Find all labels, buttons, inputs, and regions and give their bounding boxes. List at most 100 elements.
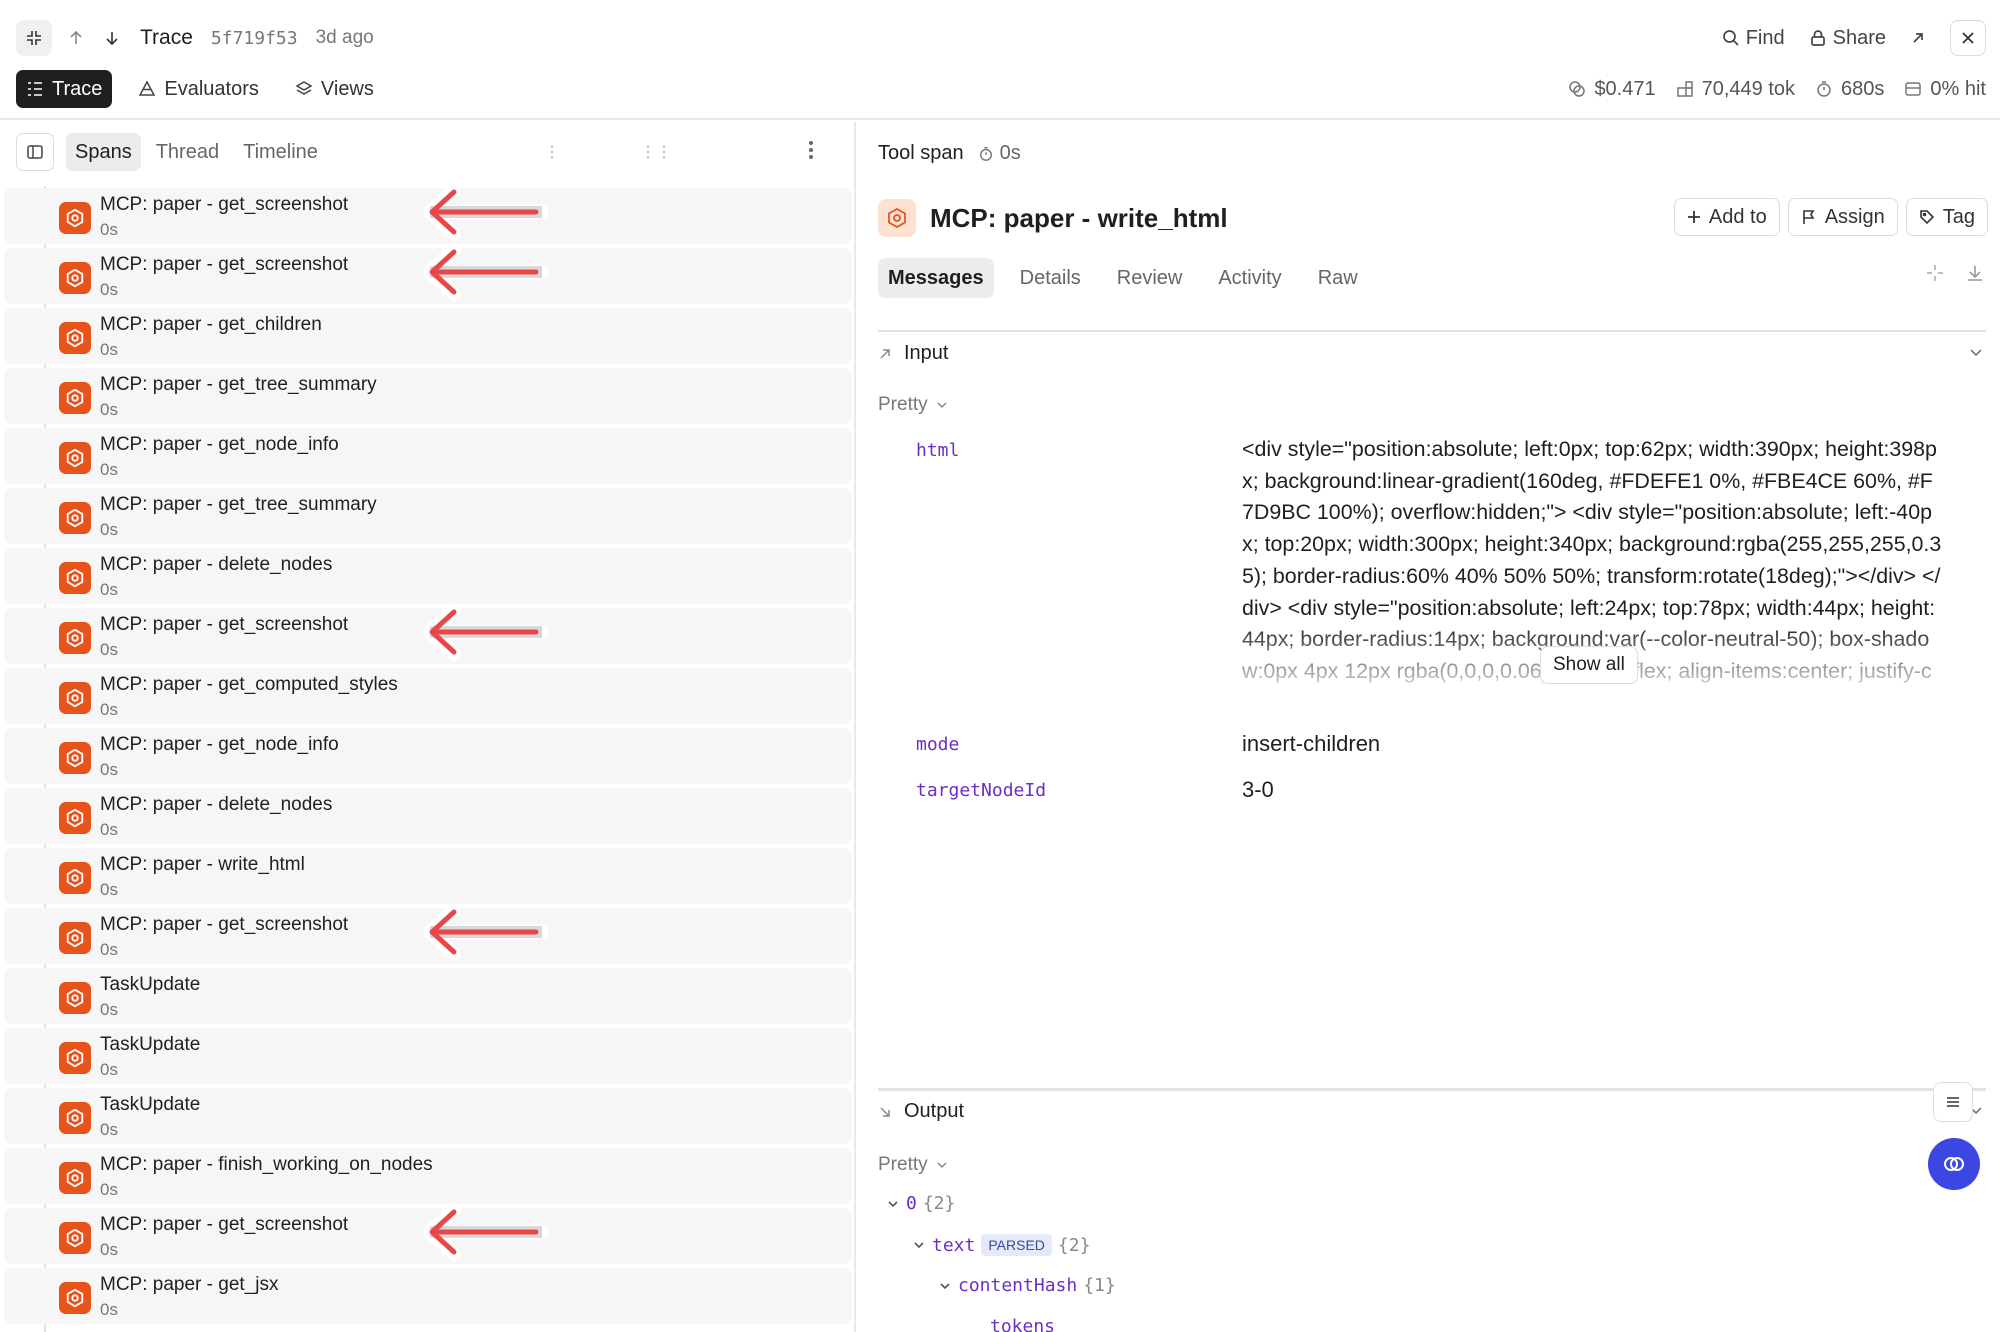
assistant-button[interactable] [1928,1138,1980,1190]
tab-thread[interactable]: Thread [147,133,228,171]
span-row[interactable]: MCP: paper - delete_nodes 0s [4,546,852,606]
tree-node-partial: tokens [990,1316,1055,1332]
span-duration: 0s [100,820,118,839]
output-view-label: Pretty [878,1154,928,1175]
span-row[interactable]: MCP: paper - get_tree_summary 0s [4,486,852,546]
arrow-down-right-icon [880,1106,890,1117]
span-name: MCP: paper - delete_nodes [100,794,333,815]
trace-time-ago: 3d ago [315,27,374,48]
column-handle-icon[interactable]: ⋮⋮ [640,142,672,162]
menu-button[interactable] [1933,1082,1973,1122]
span-duration: 0s [100,940,118,959]
highlight-arrow-icon [424,1202,548,1262]
tool-icon [59,262,91,294]
tool-icon [59,622,91,654]
tab-views[interactable]: Views [285,70,384,108]
span-row[interactable]: TaskUpdate 0s [4,1086,852,1146]
arrow-down-icon[interactable] [94,20,130,56]
span-name: MCP: paper - finish_working_on_nodes [100,1154,433,1175]
span-duration: 0s [100,460,118,479]
list-tree-icon [28,82,42,96]
span-duration: 0s [100,760,118,779]
tree-node-root[interactable]: 0 {2} [886,1193,955,1214]
tool-icon [59,862,91,894]
span-row[interactable]: MCP: paper - get_screenshot 0s [4,183,852,246]
tool-icon [59,922,91,954]
tool-icon [59,1162,91,1194]
span-name: MCP: paper - get_screenshot [100,1214,349,1235]
layers-icon [295,81,313,95]
output-section: Output Pretty 0 {2} text PARSED {2} cont… [858,0,2000,1332]
span-name: MCP: paper - get_tree_summary [100,374,377,395]
span-row[interactable]: MCP: paper - finish_working_on_nodes 0s [4,1146,852,1206]
tree-count: {1} [1083,1275,1116,1296]
span-row[interactable]: MCP: paper - delete_nodes 0s [4,786,852,846]
span-row[interactable]: TaskUpdate 0s [4,966,852,1026]
tool-icon [59,1102,91,1134]
span-row[interactable]: MCP: paper - get_screenshot 0s [4,1203,852,1266]
arrow-up-icon[interactable] [58,20,94,56]
tool-icon [59,982,91,1014]
span-list: MCP: paper - get_screenshot 0s MCP: paper … [4,183,852,1326]
column-handle-icon[interactable]: ⋮ [544,142,560,162]
chevron-down-icon [914,1242,924,1249]
span-row[interactable]: MCP: paper - write_html 0s [4,846,852,906]
more-options-icon[interactable] [808,140,814,160]
tree-node-text[interactable]: text PARSED {2} [912,1234,1090,1256]
span-name: MCP: paper - get_node_info [100,734,339,755]
span-row[interactable]: MCP: paper - get_node_info 0s [4,426,852,486]
menu-icon [1947,1097,1959,1107]
tab-trace-label: Trace [52,77,103,100]
span-name: MCP: paper - get_node_info [100,434,339,455]
triangle-shapes-icon [139,80,156,96]
span-row[interactable]: MCP: paper - get_screenshot 0s [4,243,852,306]
tree-node-content-hash[interactable]: contentHash {1} [938,1275,1116,1296]
highlight-arrow-icon [424,602,548,662]
span-name: MCP: paper - get_computed_styles [100,674,398,695]
tree-key: 0 [906,1193,917,1214]
trace-title: Trace [140,26,193,49]
span-row[interactable]: MCP: paper - get_jsx 0s [4,1266,852,1326]
span-duration: 0s [100,340,118,359]
highlight-arrow-icon [424,182,548,242]
span-name: MCP: paper - get_screenshot [100,254,349,275]
span-duration: 0s [100,880,118,899]
tab-timeline[interactable]: Timeline [234,133,327,171]
span-duration: 0s [100,1300,118,1319]
span-row[interactable]: MCP: paper - get_computed_styles 0s [4,666,852,726]
span-name: MCP: paper - get_screenshot [100,614,349,635]
collapse-icon[interactable] [16,20,52,56]
output-divider [878,1088,1986,1090]
span-row[interactable]: MCP: paper - get_screenshot 0s [4,603,852,666]
output-view-select[interactable]: Pretty [878,1154,948,1176]
span-row[interactable]: MCP: paper - get_tree_summary 0s [4,366,852,426]
toggle-sidebar-button[interactable] [16,133,54,171]
span-duration: 0s [100,1120,118,1139]
span-name: MCP: paper - get_screenshot [100,914,349,935]
chevron-down-icon [888,1200,898,1207]
span-duration: 0s [100,400,118,419]
output-section-header[interactable]: Output [878,1100,964,1123]
tab-views-label: Views [320,77,374,100]
span-name: TaskUpdate [100,974,201,995]
span-duration: 0s [100,580,118,599]
tab-evaluators[interactable]: Evaluators [128,70,269,108]
tab-spans[interactable]: Spans [66,133,141,171]
trace-id[interactable]: 5f719f53 [211,28,298,49]
span-duration: 0s [100,1060,118,1079]
sidebar-icon [27,145,43,159]
span-row[interactable]: MCP: paper - get_children 0s [4,306,852,366]
span-row[interactable]: MCP: paper - get_node_info 0s [4,726,852,786]
span-row[interactable]: MCP: paper - get_screenshot 0s [4,903,852,966]
tool-icon [59,382,91,414]
tree-key: tokens [990,1316,1056,1332]
chevron-down-icon [940,1282,950,1289]
tab-trace[interactable]: Trace [16,70,113,108]
highlight-arrow-icon [424,242,548,302]
span-row[interactable]: TaskUpdate 0s [4,1026,852,1086]
span-duration: 0s [100,280,118,299]
tree-key: contentHash [958,1275,1078,1296]
tool-icon [59,502,91,534]
span-name: TaskUpdate [100,1094,201,1115]
trace-header: Trace 5f719f53 3d ago [16,20,374,56]
